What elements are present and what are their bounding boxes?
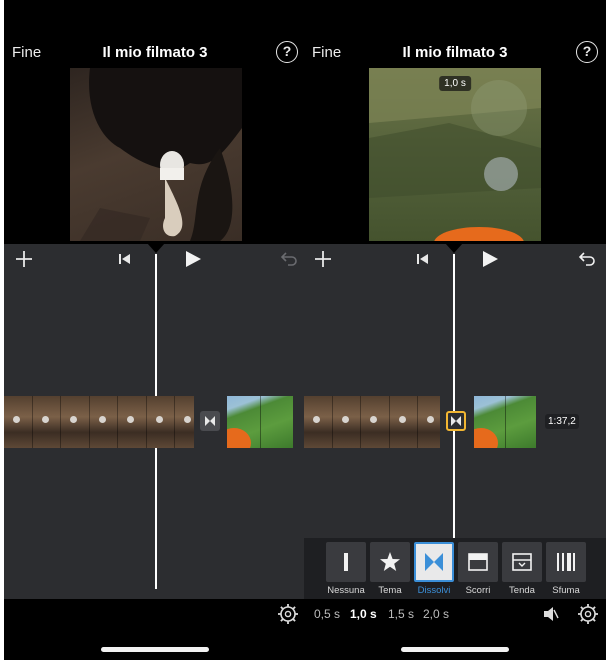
transition-button-selected[interactable]	[446, 411, 466, 431]
transition-picker: Nessuna Tema Dissolvi Scorri Tenda Sfuma	[304, 538, 606, 599]
playhead-marker	[147, 243, 165, 253]
lawn-scene-image	[369, 68, 541, 241]
right-screen: Fine Il mio filmato 3 ? 1,0 s 1:37,2 Nes…	[304, 0, 606, 660]
transition-label: Dissolvi	[417, 585, 451, 596]
transition-option-dissolve[interactable]: Dissolvi	[414, 542, 454, 596]
bar-icon	[344, 553, 348, 571]
skip-start-icon	[119, 254, 130, 264]
undo-button[interactable]	[278, 244, 300, 274]
transition-label: Sfuma	[552, 585, 580, 596]
playhead-line[interactable]	[453, 254, 455, 538]
nav-bar: Fine Il mio filmato 3 ?	[304, 40, 606, 66]
clip-frame	[4, 396, 33, 448]
help-button[interactable]: ?	[276, 41, 298, 63]
orange-ball-image	[227, 428, 251, 448]
timeline-editor	[4, 243, 306, 599]
help-button[interactable]: ?	[576, 41, 598, 63]
clip-frame	[332, 396, 361, 448]
transition-tile	[458, 542, 498, 582]
skip-start-icon	[417, 254, 428, 264]
video-preview	[70, 68, 242, 241]
transition-tile	[546, 542, 586, 582]
transition-label: Scorri	[465, 585, 491, 596]
plus-icon	[315, 251, 331, 267]
home-indicator	[401, 647, 509, 652]
project-title: Il mio filmato 3	[402, 44, 508, 61]
clip-frame	[418, 396, 440, 448]
duration-bar: 0,5 s 1,0 s 1,5 s 2,0 s	[304, 599, 606, 631]
skip-back-button[interactable]	[414, 244, 432, 274]
skip-back-button[interactable]	[116, 244, 134, 274]
transition-label: Nessuna	[327, 585, 365, 596]
settings-button[interactable]	[277, 603, 299, 630]
clip-dog[interactable]	[304, 396, 440, 448]
video-preview: 1,0 s	[369, 68, 541, 241]
transition-tile	[326, 542, 366, 582]
dog-scene-image	[80, 68, 242, 241]
transition-label: Tema	[378, 585, 402, 596]
clip-frame	[89, 396, 118, 448]
duration-option[interactable]: 0,5 s	[314, 607, 340, 621]
transition-option-theme[interactable]: Tema	[370, 542, 410, 596]
transition-option-none[interactable]: Nessuna	[326, 542, 366, 596]
play-button[interactable]	[479, 244, 501, 274]
clip-frame	[304, 396, 333, 448]
undo-icon	[280, 252, 297, 266]
clip-dog[interactable]	[4, 396, 194, 448]
clip-frame	[361, 396, 390, 448]
transition-duration-indicator: 1,0 s	[439, 76, 471, 91]
transition-option-wipe[interactable]: Tenda	[502, 542, 542, 596]
clip-time-badge: 1:37,2	[545, 414, 579, 429]
speaker-mute-icon	[544, 607, 559, 621]
plus-icon	[16, 251, 32, 267]
clip-frame-divider	[505, 396, 506, 448]
timeline-editor: 1:37,2 Nessuna Tema Dissolvi Scorri Tend…	[304, 243, 606, 599]
clip-frame	[146, 396, 175, 448]
transition-button[interactable]	[200, 411, 220, 431]
bowtie-icon	[425, 553, 443, 571]
settings-button[interactable]	[577, 603, 599, 630]
nav-bar: Fine Il mio filmato 3 ?	[4, 40, 306, 66]
wipe-icon	[512, 553, 532, 571]
playhead-marker	[445, 243, 463, 253]
clip-frame	[118, 396, 147, 448]
transition-tile	[502, 542, 542, 582]
gear-icon	[278, 604, 298, 624]
fade-icon	[557, 553, 575, 571]
play-icon	[186, 251, 201, 267]
left-screen: Fine Il mio filmato 3 ?	[4, 0, 306, 660]
gear-icon	[578, 604, 598, 624]
transition-tile	[414, 542, 454, 582]
clip-garden[interactable]	[474, 396, 536, 448]
transition-option-fade[interactable]: Sfuma	[546, 542, 586, 596]
bowtie-icon	[451, 416, 461, 426]
duration-option[interactable]: 1,5 s	[388, 607, 414, 621]
transition-label: Tenda	[509, 585, 535, 596]
home-indicator	[101, 647, 209, 652]
star-icon	[380, 552, 400, 571]
duration-option[interactable]: 2,0 s	[423, 607, 449, 621]
clip-frame	[175, 396, 194, 448]
clip-frame	[389, 396, 418, 448]
clip-frame-divider	[260, 396, 261, 448]
add-media-button[interactable]	[14, 244, 34, 274]
mute-button[interactable]	[542, 606, 560, 627]
add-media-button[interactable]	[313, 244, 333, 274]
clip-garden[interactable]	[227, 396, 293, 448]
clip-frame	[61, 396, 90, 448]
clip-frame	[32, 396, 61, 448]
undo-icon	[578, 252, 595, 266]
bowtie-icon	[205, 416, 215, 426]
undo-button[interactable]	[576, 244, 598, 274]
slide-icon	[468, 553, 488, 571]
play-icon	[483, 251, 498, 267]
transition-option-slide[interactable]: Scorri	[458, 542, 498, 596]
orange-ball-image	[474, 428, 498, 448]
transition-tile	[370, 542, 410, 582]
project-title: Il mio filmato 3	[102, 44, 208, 61]
play-button[interactable]	[182, 244, 204, 274]
duration-option-selected[interactable]: 1,0 s	[350, 607, 377, 621]
bottom-bar	[4, 599, 306, 631]
